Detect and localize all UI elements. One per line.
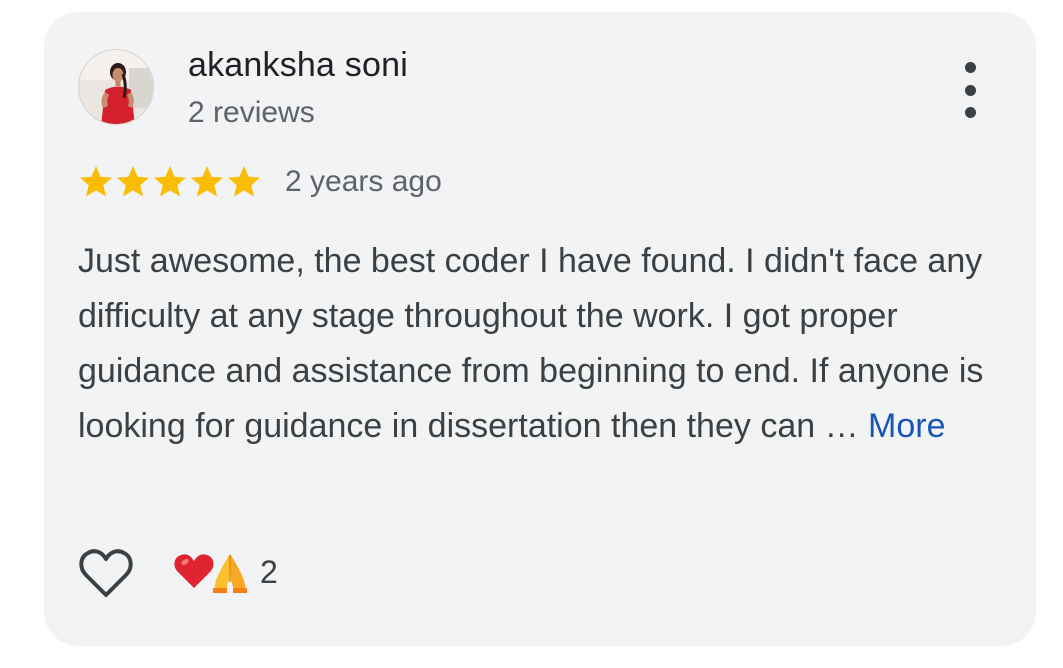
star-icon bbox=[191, 166, 223, 197]
author-name[interactable]: akanksha soni bbox=[188, 46, 408, 85]
more-vert-icon-dot bbox=[964, 107, 976, 118]
star-icon bbox=[117, 166, 149, 197]
like-button[interactable] bbox=[78, 547, 134, 599]
author-avatar[interactable] bbox=[78, 49, 154, 125]
more-vert-icon-dot bbox=[964, 84, 976, 96]
review-text: Just awesome, the best coder I have foun… bbox=[78, 234, 1018, 454]
more-link[interactable]: More bbox=[868, 407, 945, 445]
review-body: Just awesome, the best coder I have foun… bbox=[78, 242, 984, 445]
review-time: 2 years ago bbox=[285, 165, 442, 198]
reactions-summary[interactable]: 2 bbox=[172, 548, 278, 596]
heart-outline-icon bbox=[79, 549, 133, 597]
author-review-count: 2 reviews bbox=[188, 96, 315, 129]
reaction-count: 2 bbox=[260, 553, 278, 590]
star-rating bbox=[78, 164, 263, 200]
rating-row: 2 years ago bbox=[78, 162, 442, 202]
star-icon bbox=[154, 166, 186, 197]
more-options-button[interactable] bbox=[952, 62, 988, 118]
star-icon bbox=[80, 166, 112, 197]
review-card: akanksha soni 2 reviews 2 years ago Just… bbox=[44, 12, 1036, 646]
folded-hands-emoji-icon bbox=[213, 554, 247, 593]
more-vert-icon bbox=[964, 62, 976, 73]
star-icon bbox=[228, 166, 260, 197]
